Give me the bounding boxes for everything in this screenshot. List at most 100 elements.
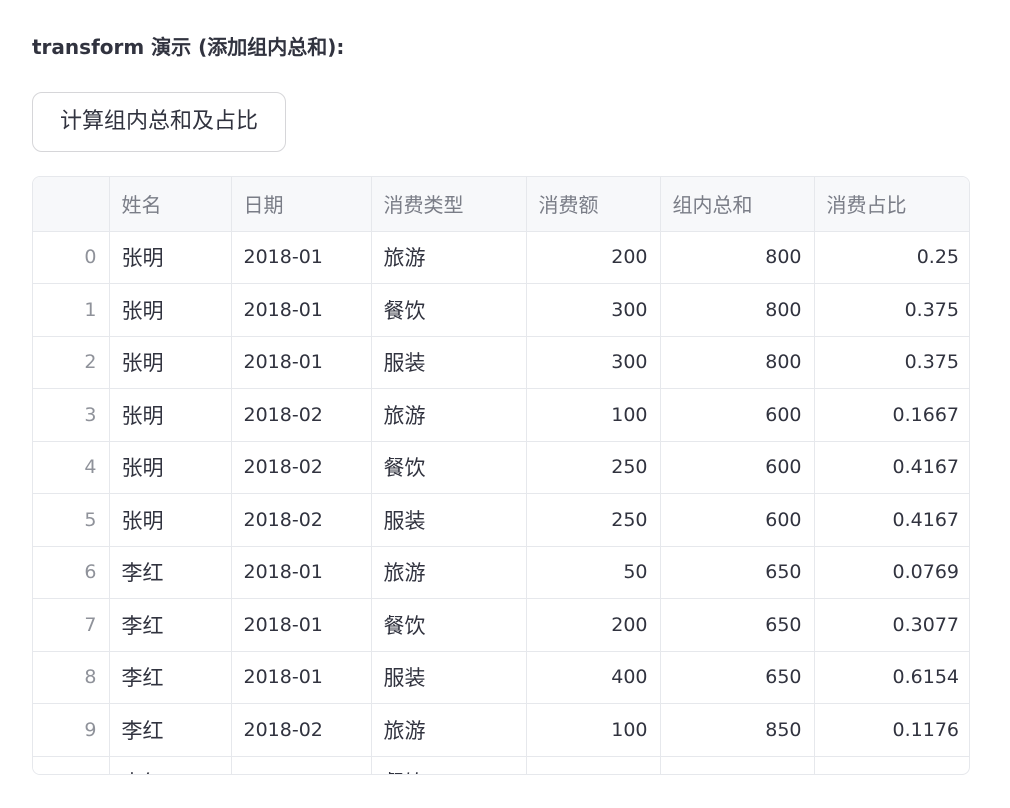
row-index: 10 (33, 756, 110, 774)
row-index: 4 (33, 441, 110, 494)
table-row: 1 张明 2018-01 餐饮 300 800 0.375 (33, 283, 969, 337)
table-header-row: 姓名 日期 消费类型 消费额 组内总和 消费占比 (33, 177, 969, 232)
cell-name[interactable]: 张明 (109, 283, 232, 337)
cell-amount[interactable]: 300 (526, 336, 661, 389)
cell-type[interactable]: 旅游 (371, 546, 527, 599)
cell-date[interactable]: 2018-01 (231, 598, 372, 652)
cell-ratio[interactable]: 0.1667 (814, 388, 969, 442)
table-row: 0 张明 2018-01 旅游 200 800 0.25 (33, 231, 969, 284)
cell-ratio[interactable]: 0.3077 (814, 598, 969, 652)
cell-date[interactable]: 2018-02 (231, 441, 372, 494)
cell-type[interactable]: 服装 (371, 493, 527, 547)
cell-type[interactable]: 旅游 (371, 231, 527, 284)
cell-ratio[interactable]: 0.25 (814, 231, 969, 284)
cell-amount[interactable] (526, 756, 661, 774)
cell-ratio[interactable]: 0.6154 (814, 651, 969, 704)
cell-ratio[interactable]: 0.4167 (814, 493, 969, 547)
cell-name[interactable]: 张明 (109, 388, 232, 442)
cell-group-sum[interactable]: 650 (660, 598, 815, 652)
column-header-name[interactable]: 姓名 (109, 177, 232, 232)
column-header-type[interactable]: 消费类型 (371, 177, 527, 232)
table-row: 8 李红 2018-01 服装 400 650 0.6154 (33, 651, 969, 704)
column-header-date[interactable]: 日期 (231, 177, 372, 232)
cell-group-sum[interactable]: 600 (660, 388, 815, 442)
cell-group-sum[interactable]: 800 (660, 336, 815, 389)
page: transform 演示 (添加组内总和): 计算组内总和及占比 姓名 日期 消… (0, 0, 1010, 808)
cell-amount[interactable]: 100 (526, 388, 661, 442)
cell-ratio[interactable]: 0.0769 (814, 546, 969, 599)
row-index: 9 (33, 703, 110, 757)
cell-name[interactable]: 张明 (109, 441, 232, 494)
cell-group-sum[interactable]: 650 (660, 651, 815, 704)
cell-date[interactable]: 2018-02 (231, 703, 372, 757)
cell-type[interactable]: 服装 (371, 651, 527, 704)
cell-amount[interactable]: 200 (526, 598, 661, 652)
table-row: 5 张明 2018-02 服装 250 600 0.4167 (33, 493, 969, 547)
table-row: 4 张明 2018-02 餐饮 250 600 0.4167 (33, 441, 969, 494)
cell-name[interactable]: 李红 (109, 651, 232, 704)
column-header-group-sum[interactable]: 组内总和 (660, 177, 815, 232)
row-index: 2 (33, 336, 110, 389)
table-row: 10 李红 2018-02 餐饮 (33, 756, 969, 774)
cell-name[interactable]: 李红 (109, 756, 232, 774)
table-row: 6 李红 2018-01 旅游 50 650 0.0769 (33, 546, 969, 599)
cell-type[interactable]: 餐饮 (371, 756, 527, 774)
data-table[interactable]: 姓名 日期 消费类型 消费额 组内总和 消费占比 0 张明 2018-01 旅游… (32, 176, 970, 775)
cell-group-sum[interactable]: 800 (660, 231, 815, 284)
cell-date[interactable]: 2018-02 (231, 493, 372, 547)
cell-ratio[interactable]: 0.375 (814, 283, 969, 337)
column-header-index[interactable] (33, 177, 110, 232)
cell-date[interactable]: 2018-01 (231, 283, 372, 337)
cell-name[interactable]: 李红 (109, 703, 232, 757)
cell-date[interactable]: 2018-02 (231, 388, 372, 442)
cell-amount[interactable]: 50 (526, 546, 661, 599)
cell-group-sum[interactable]: 600 (660, 493, 815, 547)
cell-name[interactable]: 李红 (109, 546, 232, 599)
cell-date[interactable]: 2018-01 (231, 546, 372, 599)
cell-type[interactable]: 餐饮 (371, 283, 527, 337)
cell-group-sum[interactable]: 650 (660, 546, 815, 599)
table-row: 2 张明 2018-01 服装 300 800 0.375 (33, 336, 969, 389)
cell-amount[interactable]: 100 (526, 703, 661, 757)
cell-ratio[interactable]: 0.375 (814, 336, 969, 389)
cell-date[interactable]: 2018-01 (231, 336, 372, 389)
row-index: 1 (33, 283, 110, 337)
cell-name[interactable]: 张明 (109, 336, 232, 389)
cell-amount[interactable]: 300 (526, 283, 661, 337)
row-index: 5 (33, 493, 110, 547)
cell-group-sum[interactable]: 800 (660, 283, 815, 337)
cell-date[interactable]: 2018-01 (231, 651, 372, 704)
table-row: 3 张明 2018-02 旅游 100 600 0.1667 (33, 388, 969, 442)
cell-amount[interactable]: 250 (526, 493, 661, 547)
cell-type[interactable]: 餐饮 (371, 441, 527, 494)
row-index: 6 (33, 546, 110, 599)
calculate-group-sum-button[interactable]: 计算组内总和及占比 (32, 92, 286, 152)
cell-amount[interactable]: 250 (526, 441, 661, 494)
cell-group-sum[interactable]: 850 (660, 703, 815, 757)
row-index: 0 (33, 231, 110, 284)
cell-date[interactable]: 2018-02 (231, 756, 372, 774)
table-row: 9 李红 2018-02 旅游 100 850 0.1176 (33, 703, 969, 757)
cell-ratio[interactable]: 0.1176 (814, 703, 969, 757)
cell-type[interactable]: 服装 (371, 336, 527, 389)
table-row: 7 李红 2018-01 餐饮 200 650 0.3077 (33, 598, 969, 652)
cell-group-sum[interactable] (660, 756, 815, 774)
column-header-amount[interactable]: 消费额 (526, 177, 661, 232)
cell-group-sum[interactable]: 600 (660, 441, 815, 494)
cell-ratio[interactable]: 0.4167 (814, 441, 969, 494)
row-index: 8 (33, 651, 110, 704)
cell-name[interactable]: 张明 (109, 493, 232, 547)
cell-ratio[interactable] (814, 756, 969, 774)
cell-name[interactable]: 李红 (109, 598, 232, 652)
row-index: 3 (33, 388, 110, 442)
cell-type[interactable]: 旅游 (371, 388, 527, 442)
cell-name[interactable]: 张明 (109, 231, 232, 284)
row-index: 7 (33, 598, 110, 652)
column-header-ratio[interactable]: 消费占比 (814, 177, 969, 232)
cell-type[interactable]: 餐饮 (371, 598, 527, 652)
cell-amount[interactable]: 400 (526, 651, 661, 704)
cell-amount[interactable]: 200 (526, 231, 661, 284)
cell-type[interactable]: 旅游 (371, 703, 527, 757)
section-heading: transform 演示 (添加组内总和): (32, 35, 345, 59)
cell-date[interactable]: 2018-01 (231, 231, 372, 284)
